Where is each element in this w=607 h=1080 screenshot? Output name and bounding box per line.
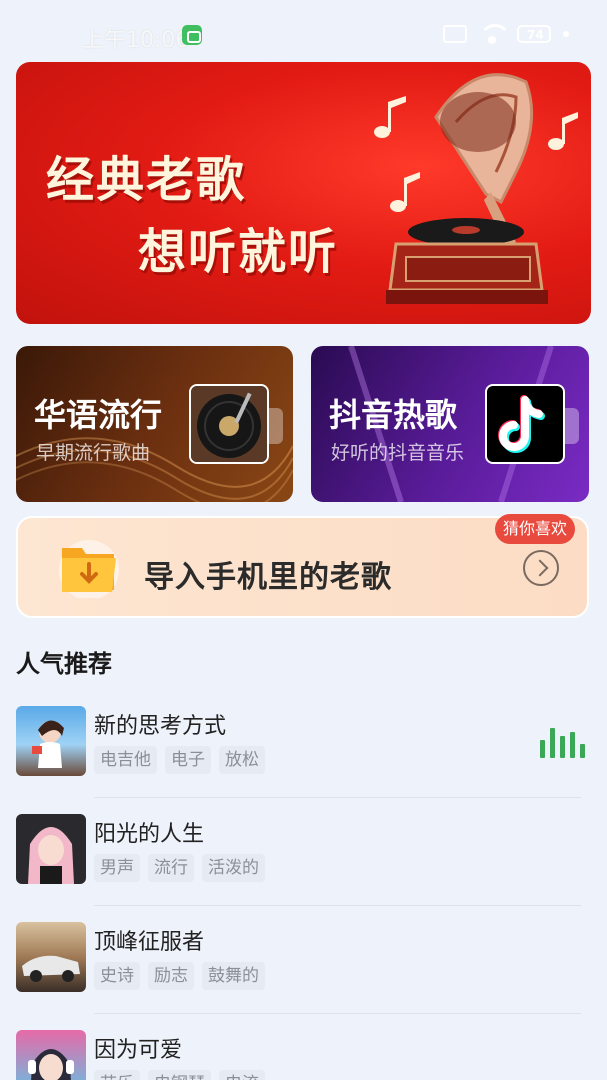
song-cover (16, 1030, 86, 1080)
song-tag: 电子 (165, 746, 211, 774)
thumb-stack-decoration (269, 408, 283, 444)
card-title: 抖音热歌 (329, 396, 458, 434)
headphone-girl-cover-art (28, 1049, 74, 1080)
battery-level: 74 (527, 28, 544, 42)
song-title: 阳光的人生 (94, 822, 205, 847)
recommend-badge: 猜你喜欢 (494, 514, 575, 544)
vinyl-record-thumb (189, 384, 269, 464)
hero-banner[interactable]: 经典老歌 想听就听 (16, 62, 591, 324)
gramophone-illustration (374, 73, 578, 304)
song-title: 新的思考方式 (94, 714, 227, 739)
song-title: 顶峰征服者 (94, 930, 205, 955)
notification-dot-icon (563, 31, 569, 37)
android-app-icon (182, 25, 202, 45)
song-tag: 鼓舞的 (202, 962, 265, 990)
card-subtitle: 早期流行歌曲 (36, 442, 151, 464)
song-tags: 男声 流行 活泼的 (94, 854, 265, 882)
song-cover (16, 814, 86, 884)
category-card-douyin[interactable]: 抖音热歌 好听的抖音音乐 (311, 346, 589, 502)
folder-download-icon (59, 540, 119, 598)
banner-subheadline: 想听就听 (138, 224, 339, 280)
song-tag: 放松 (219, 746, 265, 774)
vinyl-record-icon (191, 386, 267, 462)
card-title: 华语流行 (34, 396, 163, 434)
song-tags: 电吉他 电子 放松 (94, 746, 265, 774)
song-tag: 电吉他 (94, 746, 157, 774)
song-title: 因为可爱 (94, 1038, 183, 1063)
wifi-icon (479, 24, 511, 44)
status-icons: 74 (443, 24, 569, 44)
song-tags: 史诗 励志 鼓舞的 (94, 962, 265, 990)
song-tag: 流行 (148, 854, 194, 882)
banner-headline: 经典老歌 (46, 152, 247, 208)
song-item[interactable]: 新的思考方式 电吉他 电子 放松 (0, 690, 607, 798)
song-tag: 电钢琴 (148, 1070, 211, 1080)
status-time: 上午10:06 (82, 28, 190, 53)
song-tag: 节乐 (94, 1070, 140, 1080)
section-title: 人气推荐 (16, 650, 112, 678)
song-item[interactable]: 顶峰征服者 史诗 励志 鼓舞的 (0, 906, 607, 1014)
tiktok-icon (498, 395, 545, 453)
song-tag: 活泼的 (202, 854, 265, 882)
song-tags: 节乐 电钢琴 电流 (94, 1070, 265, 1080)
chevron-right-icon[interactable] (523, 550, 559, 586)
now-playing-equalizer-icon (540, 726, 585, 758)
thumb-stack-decoration (565, 408, 579, 444)
song-tag: 励志 (148, 962, 194, 990)
pink-hair-girl-cover-art (28, 827, 74, 884)
card-subtitle: 好听的抖音音乐 (331, 442, 465, 464)
import-label: 导入手机里的老歌 (144, 560, 392, 595)
anime-girl-cover-art (32, 720, 64, 768)
song-item[interactable]: 阳光的人生 男声 流行 活泼的 (0, 798, 607, 906)
status-bar: 上午10:06 74 (0, 0, 607, 64)
sim-icon (443, 25, 467, 43)
song-item[interactable]: 因为可爱 节乐 电钢琴 电流 (0, 1014, 607, 1080)
song-tag: 电流 (219, 1070, 265, 1080)
sports-car-cover-art (22, 955, 80, 982)
song-cover (16, 922, 86, 992)
tiktok-logo-thumb (485, 384, 565, 464)
song-tag: 史诗 (94, 962, 140, 990)
song-cover (16, 706, 86, 776)
song-tag: 男声 (94, 854, 140, 882)
import-local-songs-button[interactable]: 导入手机里的老歌 猜你喜欢 (16, 514, 589, 618)
song-list: 新的思考方式 电吉他 电子 放松 阳光的人生 男声 流行 活泼的 顶峰征服者 史… (0, 690, 607, 1080)
category-card-cpop[interactable]: 华语流行 早期流行歌曲 (16, 346, 293, 502)
battery-icon: 74 (517, 25, 551, 43)
